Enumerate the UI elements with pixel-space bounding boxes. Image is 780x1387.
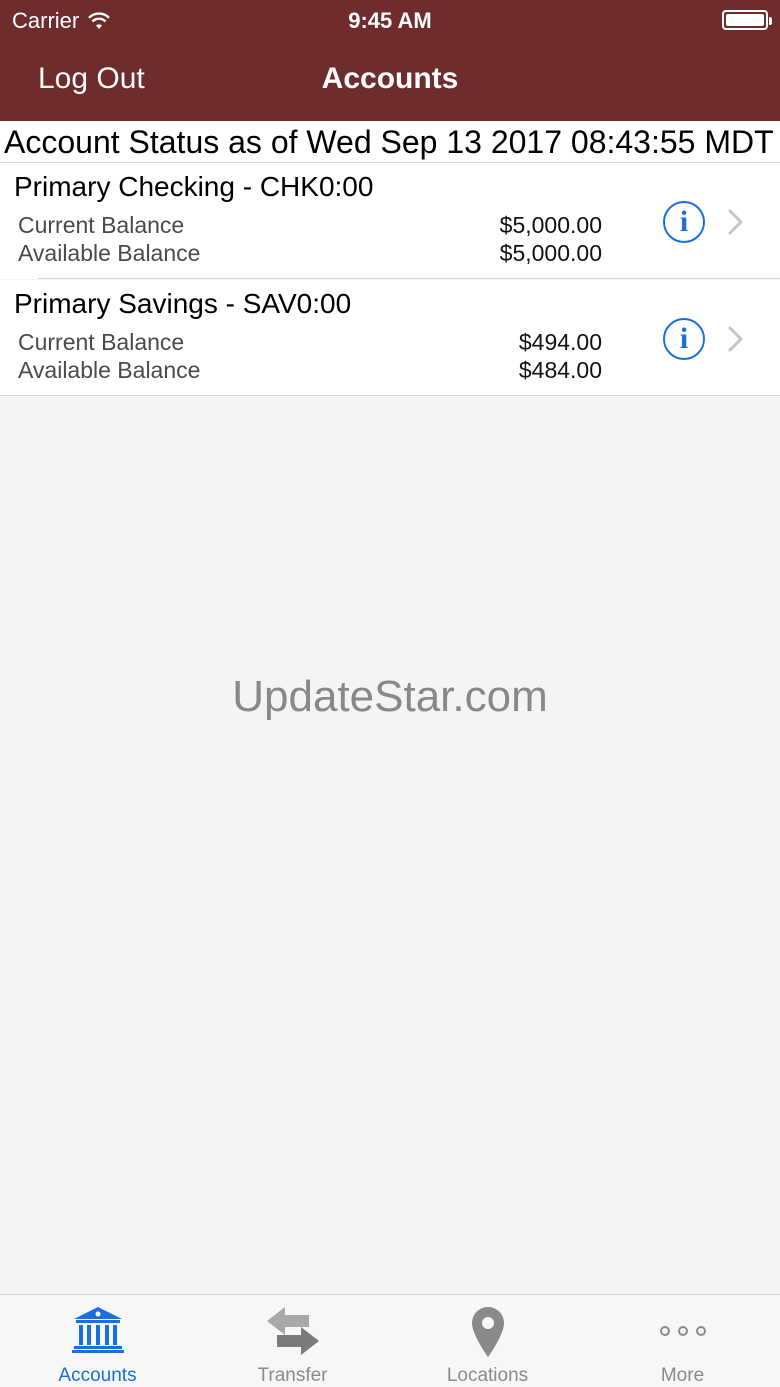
account-name: Primary Savings - SAV0:00 [14, 288, 352, 319]
current-balance-label: Current Balance [18, 212, 185, 238]
account-name: Primary Checking - CHK0:00 [14, 171, 374, 202]
tab-label: More [660, 1365, 705, 1386]
account-status-timestamp: Account Status as of Wed Sep 13 2017 08:… [0, 121, 780, 163]
available-balance-label: Available Balance [18, 240, 201, 266]
page-title: Accounts [321, 62, 459, 95]
available-balance-value: $484.00 [518, 357, 602, 383]
transfer-arrows-icon [266, 1307, 319, 1355]
current-balance-label: Current Balance [18, 329, 185, 355]
available-balance-label: Available Balance [18, 357, 201, 383]
available-balance-value: $5,000.00 [499, 240, 602, 266]
clock: 9:45 AM [348, 8, 432, 33]
tab-more[interactable]: More [585, 1295, 780, 1387]
tab-bar: Accounts Transfer Locations More [0, 1294, 780, 1387]
tab-label: Locations [446, 1365, 529, 1386]
bank-icon [71, 1307, 124, 1353]
tab-label: Transfer [257, 1365, 328, 1386]
chevron-right-icon[interactable] [726, 209, 746, 235]
account-row-savings[interactable]: Primary Savings - SAV0:00 Current Balanc… [0, 280, 780, 396]
info-icon[interactable]: i [663, 318, 705, 360]
navigation-header: Carrier 9:45 AM Log Out Accounts [0, 0, 780, 121]
chevron-right-icon[interactable] [726, 326, 746, 352]
watermark-text: UpdateStar.com [232, 672, 548, 721]
row-divider [38, 278, 780, 279]
tab-locations[interactable]: Locations [390, 1295, 585, 1387]
account-row-checking[interactable]: Primary Checking - CHK0:00 Current Balan… [0, 163, 780, 279]
location-pin-icon [471, 1307, 504, 1357]
tab-label: Accounts [58, 1365, 137, 1386]
status-bar: Carrier 9:45 AM [0, 0, 780, 40]
tab-accounts[interactable]: Accounts [0, 1295, 195, 1387]
current-balance-value: $5,000.00 [499, 212, 602, 238]
tab-transfer[interactable]: Transfer [195, 1295, 390, 1387]
battery-icon [722, 10, 772, 30]
more-dots-icon [659, 1326, 706, 1336]
info-icon[interactable]: i [663, 201, 705, 243]
current-balance-value: $494.00 [518, 329, 602, 355]
